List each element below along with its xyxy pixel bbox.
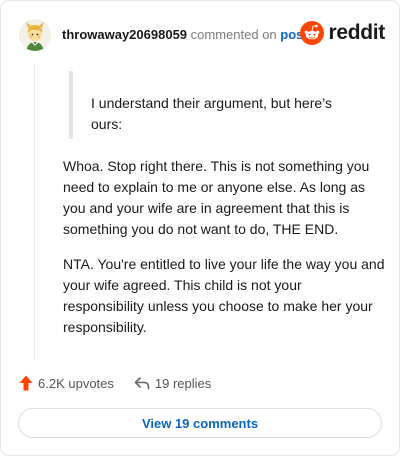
quote-text: I understand their argument, but here’s … <box>91 95 333 132</box>
upvote-count: 6.2K upvotes <box>38 375 114 391</box>
comment-header: throwaway20698059 commented on post redd… <box>19 19 385 51</box>
reddit-logo-icon <box>300 21 325 45</box>
upvote-button[interactable]: 6.2K upvotes <box>19 375 114 391</box>
reply-arrow-icon <box>134 377 150 390</box>
avatar-icon <box>19 19 51 51</box>
view-comments-button[interactable]: View 19 comments <box>18 408 382 438</box>
reddit-wordmark: reddit <box>328 21 385 44</box>
comment-paragraph-1: Whoa. Stop right there. This is not some… <box>63 158 370 237</box>
comment-action-text: commented on <box>190 27 277 42</box>
quote-bar <box>69 71 73 139</box>
comment-footer: 6.2K upvotes 19 replies <box>19 373 211 393</box>
comment-card: throwaway20698059 commented on post redd… <box>0 0 400 456</box>
author-name[interactable]: throwaway20698059 <box>62 27 187 42</box>
avatar[interactable] <box>19 19 51 51</box>
replies-button[interactable]: 19 replies <box>134 376 211 391</box>
comment-paragraph-2: NTA. You're entitled to live your life t… <box>63 256 385 335</box>
author-line: throwaway20698059 commented on post <box>62 27 308 42</box>
reddit-logo[interactable]: reddit <box>300 21 385 45</box>
reply-count: 19 replies <box>154 375 212 391</box>
upvote-arrow-icon <box>19 375 33 391</box>
thread-line <box>34 63 35 359</box>
